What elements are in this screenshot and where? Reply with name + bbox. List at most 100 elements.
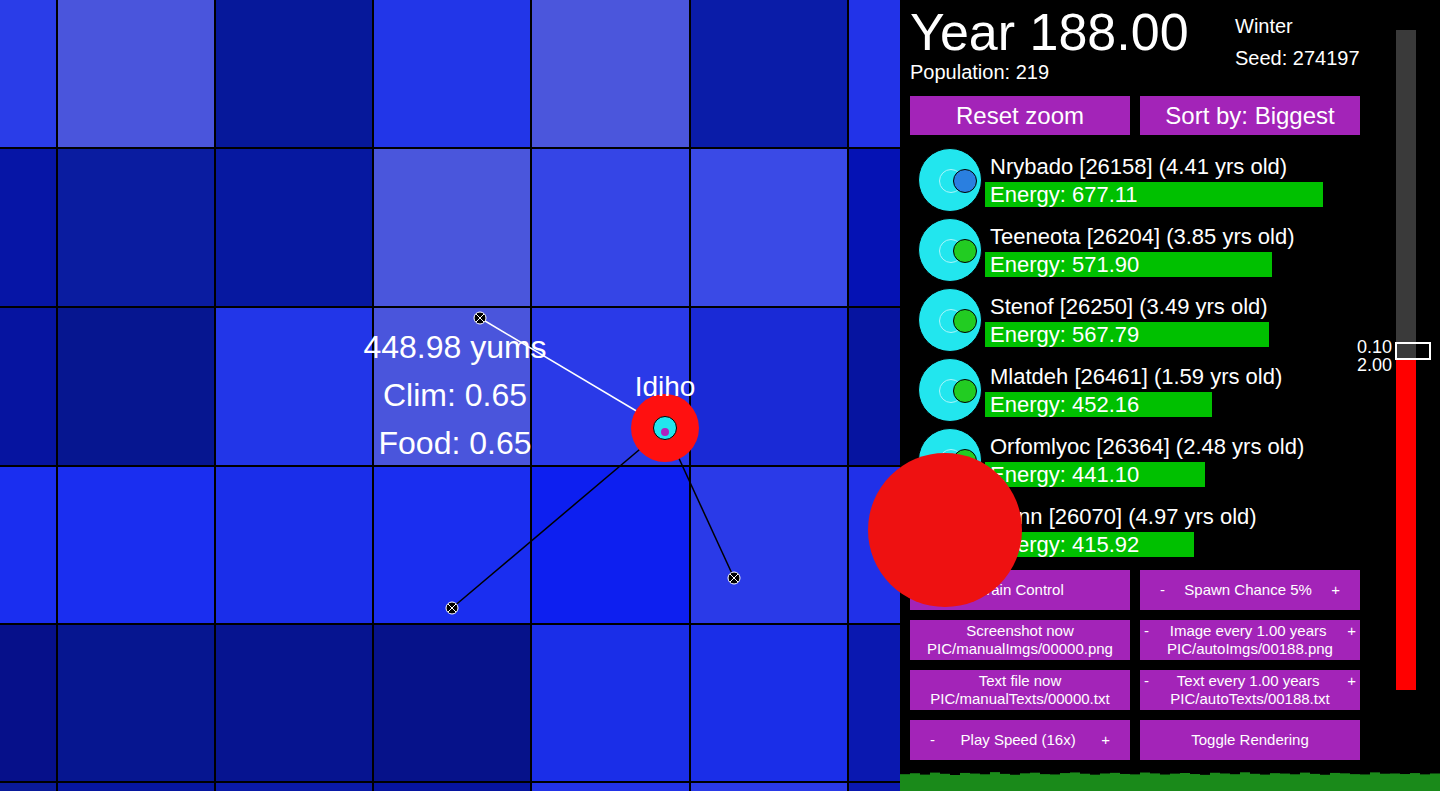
chart-bar bbox=[1090, 775, 1100, 791]
tile-info-line: 448.98 yums bbox=[363, 323, 546, 371]
chart-bar bbox=[1400, 774, 1410, 791]
control-button[interactable]: -Image every 1.00 years+PIC/autoImgs/001… bbox=[1140, 620, 1360, 660]
chart-bar bbox=[1170, 774, 1180, 791]
tile[interactable] bbox=[532, 625, 689, 781]
control-button[interactable]: Toggle Rendering bbox=[1140, 720, 1360, 760]
slider-fill bbox=[1396, 360, 1416, 690]
tile[interactable] bbox=[58, 783, 214, 791]
icon-cell bbox=[910, 148, 990, 212]
tile[interactable] bbox=[0, 149, 56, 306]
creature-mouth-icon bbox=[953, 309, 977, 333]
chart-bar bbox=[1150, 773, 1160, 791]
control-button[interactable]: Text file nowPIC/manualTexts/00000.txt bbox=[910, 670, 1130, 710]
chart-bar bbox=[1080, 774, 1090, 791]
control-button[interactable]: -Text every 1.00 years+PIC/autoTexts/001… bbox=[1140, 670, 1360, 710]
energy-text: Energy: 567.79 bbox=[985, 322, 1365, 347]
tile[interactable] bbox=[216, 467, 372, 623]
chart-bar bbox=[960, 773, 970, 791]
tile[interactable] bbox=[849, 783, 900, 791]
tile[interactable] bbox=[0, 625, 56, 781]
sidebar: Year 188.00Population: 219WinterSeed: 27… bbox=[900, 0, 1440, 791]
tile[interactable] bbox=[374, 625, 530, 781]
tile[interactable] bbox=[532, 149, 689, 306]
control-line: Text file now bbox=[914, 672, 1126, 690]
tile[interactable] bbox=[0, 308, 56, 465]
tile[interactable] bbox=[216, 0, 372, 147]
minus-button[interactable]: - bbox=[930, 731, 935, 749]
chart-bar bbox=[1100, 773, 1110, 791]
year-title: Year 188.00 bbox=[910, 4, 1235, 60]
tile[interactable] bbox=[849, 149, 900, 306]
row-text: Nrybado [26158] (4.41 yrs old)Energy: 67… bbox=[990, 154, 1370, 207]
control-label: Image every 1.00 years bbox=[1170, 622, 1327, 640]
tile[interactable] bbox=[374, 783, 530, 791]
icon-cell bbox=[910, 358, 990, 422]
season: Winter bbox=[1235, 14, 1360, 38]
creature-row[interactable]: Stenof [26250] (3.49 yrs old)Energy: 567… bbox=[910, 285, 1380, 355]
tile[interactable] bbox=[691, 308, 847, 465]
energy-bar: Energy: 415.92 bbox=[985, 532, 1365, 557]
selection-halo bbox=[868, 453, 1022, 607]
minus-button[interactable]: - bbox=[1144, 672, 1149, 690]
tile[interactable] bbox=[58, 0, 214, 147]
tile[interactable] bbox=[0, 0, 56, 147]
tile[interactable] bbox=[374, 467, 530, 623]
tile[interactable] bbox=[691, 625, 847, 781]
minus-button[interactable]: - bbox=[1160, 581, 1165, 599]
chart-bar bbox=[1330, 773, 1340, 791]
plus-button[interactable]: + bbox=[1347, 622, 1356, 640]
tile[interactable] bbox=[58, 625, 214, 781]
tile[interactable] bbox=[849, 308, 900, 465]
row-text: Mlatdeh [26461] (1.59 yrs old)Energy: 45… bbox=[990, 364, 1370, 417]
tile[interactable] bbox=[216, 149, 372, 306]
tile[interactable] bbox=[691, 783, 847, 791]
tile[interactable] bbox=[0, 467, 56, 623]
tile[interactable] bbox=[0, 783, 56, 791]
tile[interactable] bbox=[58, 308, 214, 465]
control-label: Spawn Chance 5% bbox=[1184, 581, 1312, 599]
creature-row[interactable]: Nrybado [26158] (4.41 yrs old)Energy: 67… bbox=[910, 145, 1380, 215]
tile[interactable] bbox=[58, 149, 214, 306]
energy-text: Energy: 571.90 bbox=[985, 252, 1365, 277]
chart-bar bbox=[1040, 774, 1050, 791]
tile[interactable] bbox=[216, 625, 372, 781]
control-button[interactable]: - Spawn Chance 5% + bbox=[1140, 570, 1360, 610]
control-button[interactable]: Screenshot nowPIC/manualImgs/00000.png bbox=[910, 620, 1130, 660]
tile[interactable] bbox=[691, 149, 847, 306]
tile[interactable] bbox=[532, 783, 689, 791]
control-button[interactable]: -Play Speed (16x)+ bbox=[910, 720, 1130, 760]
tile[interactable] bbox=[849, 625, 900, 781]
speed-slider[interactable]: 0.102.00 bbox=[1396, 30, 1416, 690]
plus-button[interactable]: + bbox=[1101, 731, 1110, 749]
energy-bar: Energy: 571.90 bbox=[985, 252, 1365, 277]
top-button[interactable]: Sort by: Biggest bbox=[1140, 96, 1360, 135]
tile[interactable] bbox=[849, 0, 900, 147]
creature-row[interactable]: Mlatdeh [26461] (1.59 yrs old)Energy: 45… bbox=[910, 355, 1380, 425]
tile[interactable] bbox=[532, 467, 689, 623]
chart-bar bbox=[1340, 773, 1350, 791]
sensor-marker-icon bbox=[446, 602, 458, 614]
tile[interactable] bbox=[532, 0, 689, 147]
creature-row[interactable]: Teeneota [26204] (3.85 yrs old)Energy: 5… bbox=[910, 215, 1380, 285]
minus-button[interactable]: - bbox=[1144, 622, 1149, 640]
tile[interactable] bbox=[58, 467, 214, 623]
tile[interactable] bbox=[691, 0, 847, 147]
tile[interactable] bbox=[374, 149, 530, 306]
control-line: - Spawn Chance 5% + bbox=[1160, 581, 1340, 599]
plus-button[interactable]: + bbox=[1331, 581, 1340, 599]
slider-handle[interactable] bbox=[1395, 342, 1431, 360]
plus-button[interactable]: + bbox=[1347, 672, 1356, 690]
chart-bar bbox=[980, 774, 990, 791]
chart-bar bbox=[1240, 772, 1250, 791]
chart-bar bbox=[1280, 774, 1290, 791]
creature-list-name: Nenn [26070] (4.97 yrs old) bbox=[990, 504, 1370, 530]
creature-list-name: Orfomlyoc [26364] (2.48 yrs old) bbox=[990, 434, 1370, 460]
tile[interactable] bbox=[216, 308, 372, 465]
tile[interactable] bbox=[691, 467, 847, 623]
top-button[interactable]: Reset zoom bbox=[910, 96, 1130, 135]
chart-bar bbox=[1270, 773, 1280, 791]
world-canvas[interactable]: Idiho448.98 yumsClim: 0.65Food: 0.65 bbox=[0, 0, 900, 791]
creature[interactable] bbox=[631, 394, 699, 462]
tile[interactable] bbox=[374, 0, 530, 147]
tile[interactable] bbox=[216, 783, 372, 791]
